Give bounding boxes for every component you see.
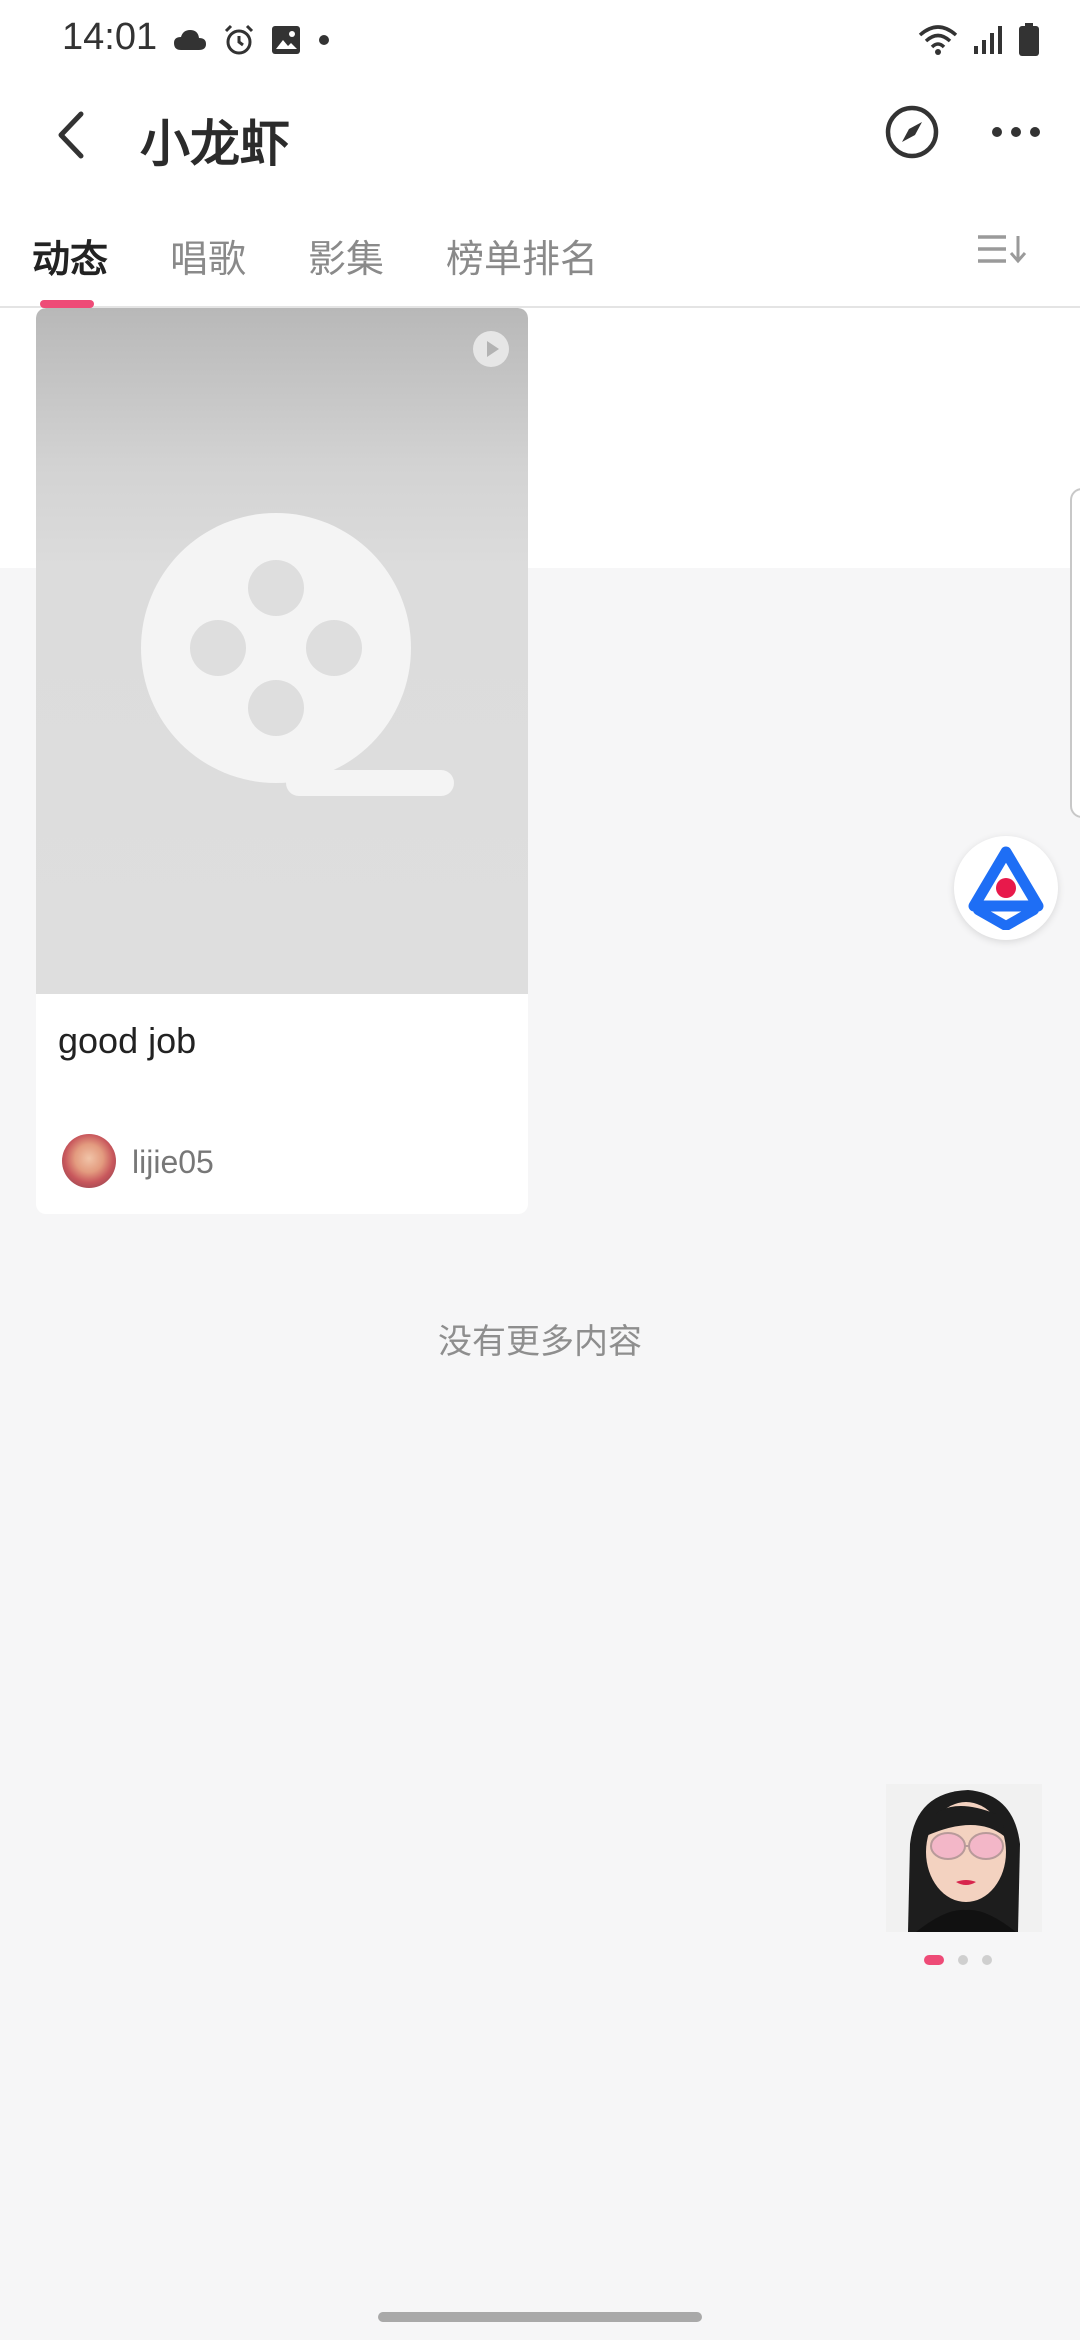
sort-button[interactable] <box>972 224 1032 274</box>
end-of-list-text: 没有更多内容 <box>438 1323 642 1361</box>
author-name[interactable]: lijie05 <box>132 1144 214 1181</box>
compass-button[interactable] <box>876 96 948 168</box>
side-drawer-handle[interactable] <box>1070 488 1080 818</box>
tab-ranking[interactable]: 榜单排名 <box>446 228 598 283</box>
page-title: 小龙虾 <box>140 116 290 172</box>
video-thumbnail[interactable] <box>36 308 528 994</box>
play-badge-icon <box>473 331 509 367</box>
image-icon <box>272 26 300 54</box>
alarm-icon <box>224 24 254 55</box>
status-icons-left <box>172 22 332 58</box>
ad-pagination-dots <box>924 1954 992 1966</box>
sort-list-icon <box>978 235 1027 264</box>
home-indicator[interactable] <box>378 2312 702 2322</box>
battery-icon <box>1019 23 1039 56</box>
signal-icon <box>974 26 1002 54</box>
app-header: 小龙虾 <box>0 80 1080 188</box>
assistant-logo-icon <box>968 846 1044 930</box>
more-button[interactable] <box>984 100 1048 164</box>
ad-portrait-image <box>886 1784 1042 1932</box>
ad-dot-1[interactable] <box>924 1955 944 1965</box>
tab-dynamics[interactable]: 动态 <box>32 228 108 283</box>
cloud-icon <box>174 30 206 50</box>
status-time: 14:01 <box>62 16 158 58</box>
status-bar: 14:01 <box>0 0 1080 80</box>
compass-icon <box>885 105 939 159</box>
ad-banner[interactable] <box>886 1784 1042 1932</box>
ad-dot-3[interactable] <box>982 1955 992 1965</box>
dot-icon <box>319 35 329 45</box>
tab-singing[interactable]: 唱歌 <box>170 228 246 283</box>
floating-assistant-button[interactable] <box>954 836 1058 940</box>
wifi-icon <box>918 25 958 55</box>
tab-album[interactable]: 影集 <box>308 228 384 283</box>
feed-card[interactable]: good job lijie05 <box>36 308 528 1214</box>
back-button[interactable] <box>36 100 106 170</box>
tab-bar: 动态 唱歌 影集 榜单排名 <box>0 188 1080 308</box>
more-dots-icon <box>992 127 1040 137</box>
tab-indicator <box>40 300 94 308</box>
card-caption: good job <box>58 1020 197 1061</box>
author-avatar[interactable] <box>62 1134 116 1188</box>
back-arrow-icon <box>58 111 84 159</box>
ad-dot-2[interactable] <box>958 1955 968 1965</box>
film-reel-icon <box>141 513 454 796</box>
status-icons-right <box>918 22 1040 58</box>
